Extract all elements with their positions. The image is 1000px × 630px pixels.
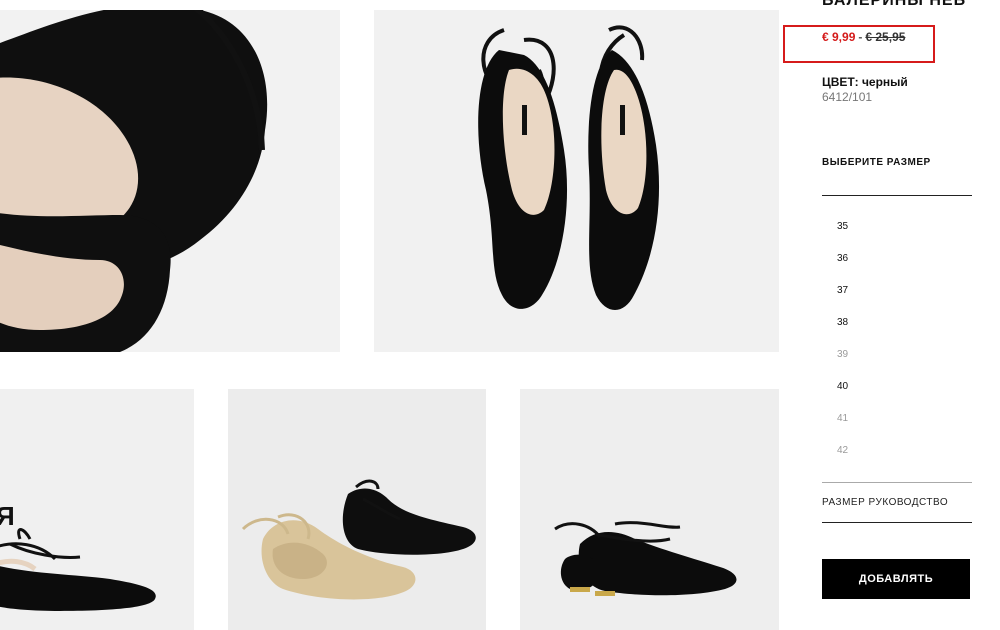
product-image-5[interactable] xyxy=(520,389,779,630)
lace-up-ballerinas-top-view-image xyxy=(478,25,660,310)
size-option-38[interactable]: 38 xyxy=(837,317,848,328)
size-guide-link[interactable]: РАЗМЕР РУКОВОДСТВО xyxy=(822,497,948,508)
product-code: 6412/101 xyxy=(822,90,873,104)
price-row: € 9,99- € 25,95 xyxy=(822,30,905,44)
size-option-35[interactable]: 35 xyxy=(837,221,848,232)
size-divider-bottom xyxy=(822,482,972,483)
product-image-2[interactable] xyxy=(374,10,779,352)
size-option-37[interactable]: 37 xyxy=(837,285,848,296)
guide-divider xyxy=(822,522,972,523)
size-option-40[interactable]: 40 xyxy=(837,381,848,392)
product-image-4[interactable] xyxy=(228,389,486,630)
product-title: БАЛЕРИНЫ НЕБ xyxy=(822,0,967,9)
product-image-3[interactable]: Я xyxy=(0,389,194,630)
black-ballerina-gold-heel-image xyxy=(554,521,737,596)
black-ballerina-closeup-image xyxy=(0,10,268,352)
size-option-42[interactable]: 42 xyxy=(837,445,848,456)
color-label: ЦВЕТ: черный xyxy=(822,75,908,89)
gold-black-ballerinas-image xyxy=(241,479,476,600)
size-option-39[interactable]: 39 xyxy=(837,349,848,360)
product-image-1[interactable] xyxy=(0,10,340,352)
original-price: € 25,95 xyxy=(865,30,906,44)
size-heading: ВЫБЕРИТЕ РАЗМЕР xyxy=(822,157,931,168)
add-to-cart-button[interactable]: ДОБАВЛЯТЬ xyxy=(822,559,970,599)
size-option-41[interactable]: 41 xyxy=(837,413,848,424)
price-separator: - xyxy=(858,30,863,44)
sale-price: € 9,99 xyxy=(822,30,856,44)
black-ballerina-side-image xyxy=(0,528,156,611)
size-option-36[interactable]: 36 xyxy=(837,253,848,264)
overlay-text: Я xyxy=(0,501,16,531)
size-divider-top xyxy=(822,195,972,196)
